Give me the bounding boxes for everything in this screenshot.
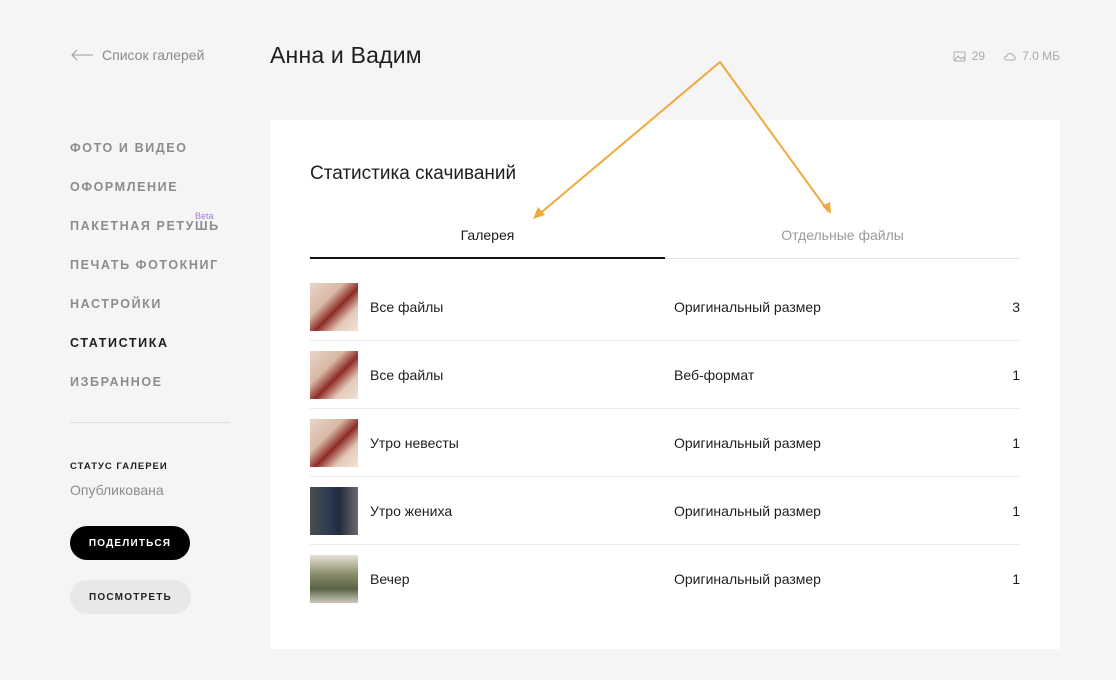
download-format: Оригинальный размер	[674, 570, 821, 587]
gallery-meta: 29 7.0 МБ	[953, 49, 1060, 63]
download-format: Веб-формат	[674, 366, 755, 383]
album-name: Все файлы	[370, 298, 444, 315]
photo-count: 29	[971, 49, 986, 63]
list-item: Утро жениха Оригинальный размер 1	[310, 477, 1020, 545]
sidebar-item-label: Статистика	[70, 336, 169, 350]
sidebar-item-photo-video[interactable]: Фото и видео	[70, 138, 230, 177]
download-count: 1	[1012, 570, 1020, 587]
sidebar-item-batch-retouch[interactable]: Пакетная ретушь Beta	[70, 211, 230, 255]
download-format: Оригинальный размер	[674, 502, 821, 519]
sidebar-item-label: Избранное	[70, 375, 163, 389]
tab-gallery[interactable]: Галерея	[310, 220, 665, 259]
thumbnail-image	[310, 282, 358, 331]
sidebar-divider	[70, 422, 230, 423]
sidebar-item-label: Печать фотокниг	[70, 258, 219, 272]
download-count: 1	[1012, 434, 1020, 451]
stats-list: Все файлы Оригинальный размер 3 Все файл…	[310, 273, 1020, 612]
thumbnail-image	[310, 418, 358, 467]
panel-title: Статистика скачиваний	[310, 163, 517, 184]
back-link-label: Список галерей	[102, 47, 205, 63]
sidebar-item-statistics[interactable]: Статистика	[70, 333, 230, 372]
list-item: Все файлы Оригинальный размер 3	[310, 273, 1020, 341]
list-item: Вечер Оригинальный размер 1	[310, 545, 1020, 612]
album-name: Утро жениха	[370, 502, 453, 519]
arrow-left-icon	[71, 49, 93, 61]
download-count: 3	[1012, 298, 1020, 315]
download-count: 1	[1012, 366, 1020, 383]
list-item: Утро невесты Оригинальный размер 1	[310, 409, 1020, 477]
sidebar-item-favorites[interactable]: Избранное	[70, 372, 230, 411]
page-title: Анна и Вадим	[270, 42, 422, 68]
sidebar-item-label: Настройки	[70, 297, 162, 311]
back-to-galleries-link[interactable]: Список галерей	[70, 47, 204, 63]
beta-badge: Beta	[195, 211, 214, 221]
gallery-status-value: Опубликована	[70, 482, 164, 498]
tab-individual-files[interactable]: Отдельные файлы	[665, 220, 1020, 258]
gallery-status-label: Статус галереи	[70, 461, 168, 472]
sidebar-item-photobook-print[interactable]: Печать фотокниг	[70, 255, 230, 294]
sidebar-item-settings[interactable]: Настройки	[70, 294, 230, 333]
sidebar-item-label: Оформление	[70, 180, 179, 194]
download-format: Оригинальный размер	[674, 434, 821, 451]
view-button[interactable]: Посмотреть	[70, 580, 191, 614]
cloud-icon	[1004, 52, 1016, 60]
sidebar-item-label: Фото и видео	[70, 141, 188, 155]
album-name: Все файлы	[370, 366, 444, 383]
album-name: Вечер	[370, 570, 410, 587]
download-count: 1	[1012, 502, 1020, 519]
download-format: Оригинальный размер	[674, 298, 821, 315]
download-stats-panel: Статистика скачиваний Галерея Отдельные …	[270, 120, 1060, 649]
stats-tabs: Галерея Отдельные файлы	[310, 220, 1020, 259]
share-button[interactable]: Поделиться	[70, 526, 190, 560]
thumbnail-image	[310, 486, 358, 535]
thumbnail-image	[310, 350, 358, 399]
storage-size: 7.0 МБ	[1022, 49, 1060, 63]
list-item: Все файлы Веб-формат 1	[310, 341, 1020, 409]
image-icon	[953, 51, 966, 61]
sidebar-nav: Фото и видео Оформление Пакетная ретушь …	[70, 138, 230, 411]
album-name: Утро невесты	[370, 434, 459, 451]
thumbnail-image	[310, 554, 358, 603]
